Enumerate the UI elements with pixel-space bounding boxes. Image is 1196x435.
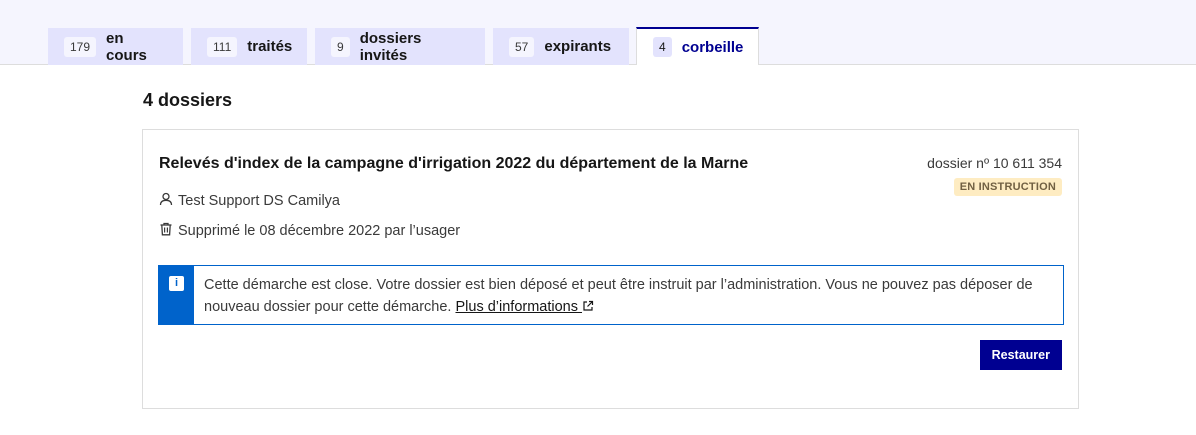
dossier-title: Relevés d'index de la campagne d'irrigat… [159, 155, 749, 172]
tab-count: 4 [653, 37, 672, 57]
info-icon: i [169, 276, 184, 291]
tab-label: traités [247, 38, 293, 55]
restore-button[interactable]: Restaurer [979, 340, 1062, 370]
notice-message: Cette démarche est close. Votre dossier … [204, 277, 1033, 315]
dossier-number: dossier nº 10 611 354 [927, 155, 1062, 171]
dossier-deleted-row: Supprimé le 08 décembre 2022 par l’usage… [159, 222, 460, 240]
tab-label: en cours [106, 29, 147, 64]
dossier-deleted-info: Supprimé le 08 décembre 2022 par l’usage… [178, 223, 461, 239]
more-info-link[interactable]: Plus d’informations [455, 299, 594, 315]
tab-count: 57 [509, 36, 535, 57]
status-badge: EN INSTRUCTION [953, 178, 1062, 196]
tab-count: 179 [64, 36, 97, 57]
dossier-user: Test Support DS Camilya [178, 193, 340, 209]
tab-traites[interactable]: 111 traités [191, 28, 307, 65]
notice-bar: i [159, 266, 194, 324]
info-notice: i Cette démarche est close. Votre dossie… [158, 265, 1064, 325]
tab-expirants[interactable]: 57 expirants [493, 28, 629, 65]
external-link-icon [582, 299, 594, 315]
tab-label: expirants [544, 38, 612, 55]
dossier-card: Relevés d'index de la campagne d'irrigat… [142, 129, 1079, 409]
trash-icon [159, 222, 178, 240]
tab-en-cours[interactable]: 179 en cours [48, 28, 183, 65]
dossier-user-row: Test Support DS Camilya [159, 192, 340, 210]
tab-corbeille[interactable]: 4 corbeille [636, 27, 759, 65]
tab-count: 9 [331, 36, 350, 57]
tab-count: 111 [207, 36, 238, 57]
tab-bar: 179 en cours 111 traités 9 dossiers invi… [0, 0, 1196, 65]
notice-text: Cette démarche est close. Votre dossier … [204, 274, 1044, 318]
user-icon [159, 192, 178, 210]
more-info-link-label: Plus d’informations [455, 299, 578, 315]
dossier-count-title: 4 dossiers [143, 90, 233, 110]
tab-dossiers-invites[interactable]: 9 dossiers invités [315, 28, 485, 65]
tab-label: corbeille [681, 38, 744, 56]
tab-label: dossiers invités [359, 29, 422, 64]
